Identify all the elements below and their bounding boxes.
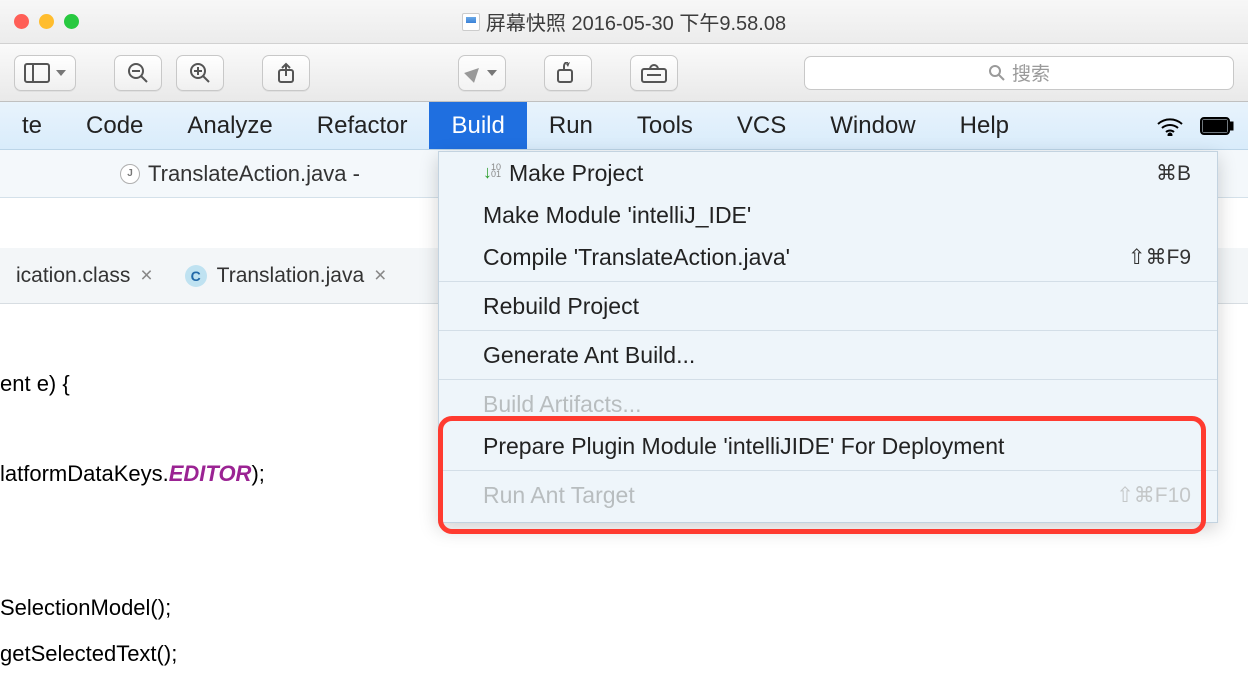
- editor-tab[interactable]: ication.class ×: [0, 248, 169, 303]
- code-editor[interactable]: ent e) { latformDataKeys.EDITOR); Select…: [0, 304, 438, 688]
- window-title: 屏幕快照 2016-05-30 下午9.58.08: [0, 7, 1248, 36]
- menu-item-code[interactable]: Code: [64, 102, 165, 149]
- close-tab-icon[interactable]: ×: [140, 264, 152, 288]
- java-file-icon: [120, 164, 140, 184]
- markup-toolbar-button[interactable]: [630, 55, 678, 91]
- menu-item-make-module[interactable]: Make Module 'intelliJ_IDE': [439, 194, 1217, 236]
- shortcut: ⌘B: [1156, 161, 1191, 186]
- menu-separator: [439, 281, 1217, 282]
- menu-item-analyze[interactable]: Analyze: [165, 102, 294, 149]
- highlight-button[interactable]: [458, 55, 506, 91]
- menu-item-help[interactable]: Help: [938, 102, 1031, 149]
- menu-item-vcs[interactable]: VCS: [715, 102, 808, 149]
- wifi-icon: [1156, 116, 1184, 136]
- build-menu: ↓1001 Make Project ⌘B Make Module 'intel…: [438, 151, 1218, 523]
- mac-title-bar: 屏幕快照 2016-05-30 下午9.58.08: [0, 0, 1248, 44]
- menu-separator: [439, 379, 1217, 380]
- zoom-out-button[interactable]: [114, 55, 162, 91]
- menu-item-make-project[interactable]: ↓1001 Make Project ⌘B: [439, 152, 1217, 194]
- menu-item-window[interactable]: Window: [808, 102, 937, 149]
- editor-tab[interactable]: C Translation.java ×: [169, 248, 403, 303]
- rotate-button[interactable]: [544, 55, 592, 91]
- share-button[interactable]: [262, 55, 310, 91]
- window-title-text: 屏幕快照 2016-05-30 下午9.58.08: [486, 7, 786, 36]
- pencil-icon: [464, 63, 484, 83]
- preview-search-field[interactable]: 搜索: [804, 56, 1234, 90]
- search-icon: [988, 64, 1006, 82]
- document-icon: [462, 13, 480, 31]
- mac-status-icons: [1142, 116, 1248, 136]
- zoom-in-button[interactable]: [176, 55, 224, 91]
- menu-item-run-ant-target: Run Ant Target ⇧⌘F10: [439, 474, 1217, 516]
- sidebar-toggle-button[interactable]: [14, 55, 76, 91]
- search-placeholder: 搜索: [1012, 59, 1050, 86]
- battery-icon: [1200, 117, 1234, 135]
- menu-separator: [439, 470, 1217, 471]
- preview-toolbar: 搜索: [0, 44, 1248, 102]
- menu-item-build[interactable]: Build: [429, 102, 526, 149]
- shortcut: ⇧⌘F9: [1128, 245, 1191, 270]
- menu-item-refactor[interactable]: Refactor: [295, 102, 430, 149]
- shortcut: ⇧⌘F10: [1116, 483, 1191, 508]
- menu-item-compile[interactable]: Compile 'TranslateAction.java' ⇧⌘F9: [439, 236, 1217, 278]
- file-path-text: TranslateAction.java -: [148, 161, 360, 187]
- menu-item-tools[interactable]: Tools: [615, 102, 715, 149]
- make-project-icon: ↓1001: [483, 162, 501, 184]
- ide-menu-bar: te Code Analyze Refactor Build Run Tools…: [0, 102, 1248, 150]
- menu-item-navigate-partial[interactable]: te: [0, 102, 64, 149]
- menu-item-rebuild-project[interactable]: Rebuild Project: [439, 285, 1217, 327]
- class-icon: C: [185, 265, 207, 287]
- menu-item-prepare-plugin[interactable]: Prepare Plugin Module 'intelliJIDE' For …: [439, 425, 1217, 467]
- close-tab-icon[interactable]: ×: [374, 264, 386, 288]
- menu-item-generate-ant-build[interactable]: Generate Ant Build...: [439, 334, 1217, 376]
- menu-separator: [439, 330, 1217, 331]
- menu-item-build-artifacts: Build Artifacts...: [439, 383, 1217, 425]
- menu-item-run[interactable]: Run: [527, 102, 615, 149]
